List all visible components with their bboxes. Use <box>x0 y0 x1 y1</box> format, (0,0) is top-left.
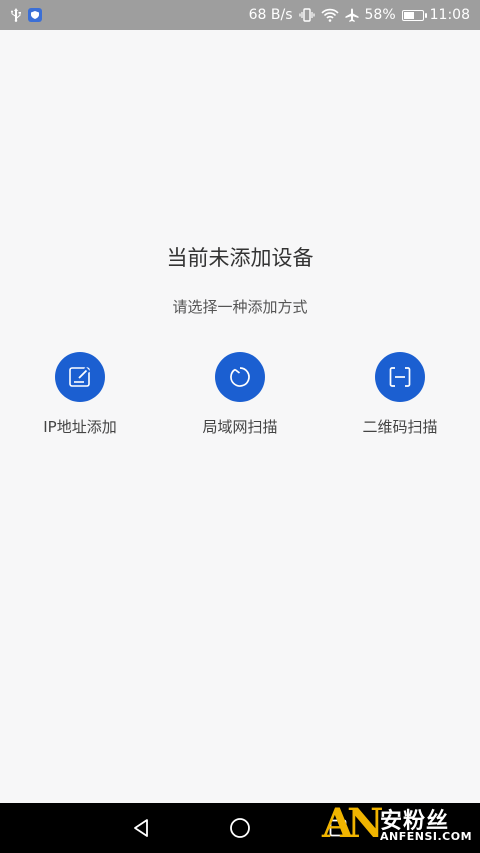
watermark-en: ANFENSI.COM <box>380 830 473 843</box>
back-icon <box>134 819 148 837</box>
home-icon <box>230 818 250 838</box>
home-button[interactable] <box>210 803 270 853</box>
wifi-icon <box>320 8 339 22</box>
lan-scan-option[interactable]: 局域网扫描 <box>160 352 320 437</box>
qr-scan-icon <box>389 367 411 387</box>
battery-percent: 58% <box>364 7 396 23</box>
clock: 11:08 <box>429 7 470 23</box>
status-bar-right: 68 B/s 58% 11:08 <box>249 7 470 23</box>
vibrate-icon <box>298 8 315 22</box>
battery-fill <box>403 11 414 19</box>
airplane-icon <box>345 8 359 22</box>
usb-icon <box>10 8 22 22</box>
navigation-bar: AN 安粉丝 ANFENSI.COM <box>0 801 480 853</box>
qr-scan-button[interactable] <box>375 352 425 402</box>
status-bar-left <box>10 8 42 22</box>
app-shield-icon <box>28 8 42 22</box>
watermark-logo: AN 安粉丝 ANFENSI.COM <box>322 801 474 847</box>
battery-icon <box>401 9 427 21</box>
qr-scan-label: 二维码扫描 <box>362 418 438 436</box>
edit-note-icon <box>69 366 91 387</box>
lan-scan-label: 局域网扫描 <box>202 418 278 436</box>
ip-add-button[interactable] <box>55 352 105 402</box>
ip-add-label: IP地址添加 <box>43 418 117 436</box>
ip-add-option[interactable]: IP地址添加 <box>0 352 160 437</box>
lan-scan-button[interactable] <box>215 352 265 402</box>
status-bar: 68 B/s 58% 11:08 <box>0 0 480 30</box>
empty-state-subtitle: 请选择一种添加方式 <box>172 298 308 316</box>
back-button[interactable] <box>112 803 172 853</box>
refresh-scan-icon <box>230 367 250 387</box>
qr-scan-option[interactable]: 二维码扫描 <box>320 352 480 437</box>
net-speed: 68 B/s <box>248 7 293 23</box>
main-content: 当前未添加设备 请选择一种添加方式 IP地址添加 局域网扫描 二维码扫描 <box>0 30 480 803</box>
watermark-an: AN <box>322 800 384 847</box>
empty-state-title: 当前未添加设备 <box>166 246 314 270</box>
